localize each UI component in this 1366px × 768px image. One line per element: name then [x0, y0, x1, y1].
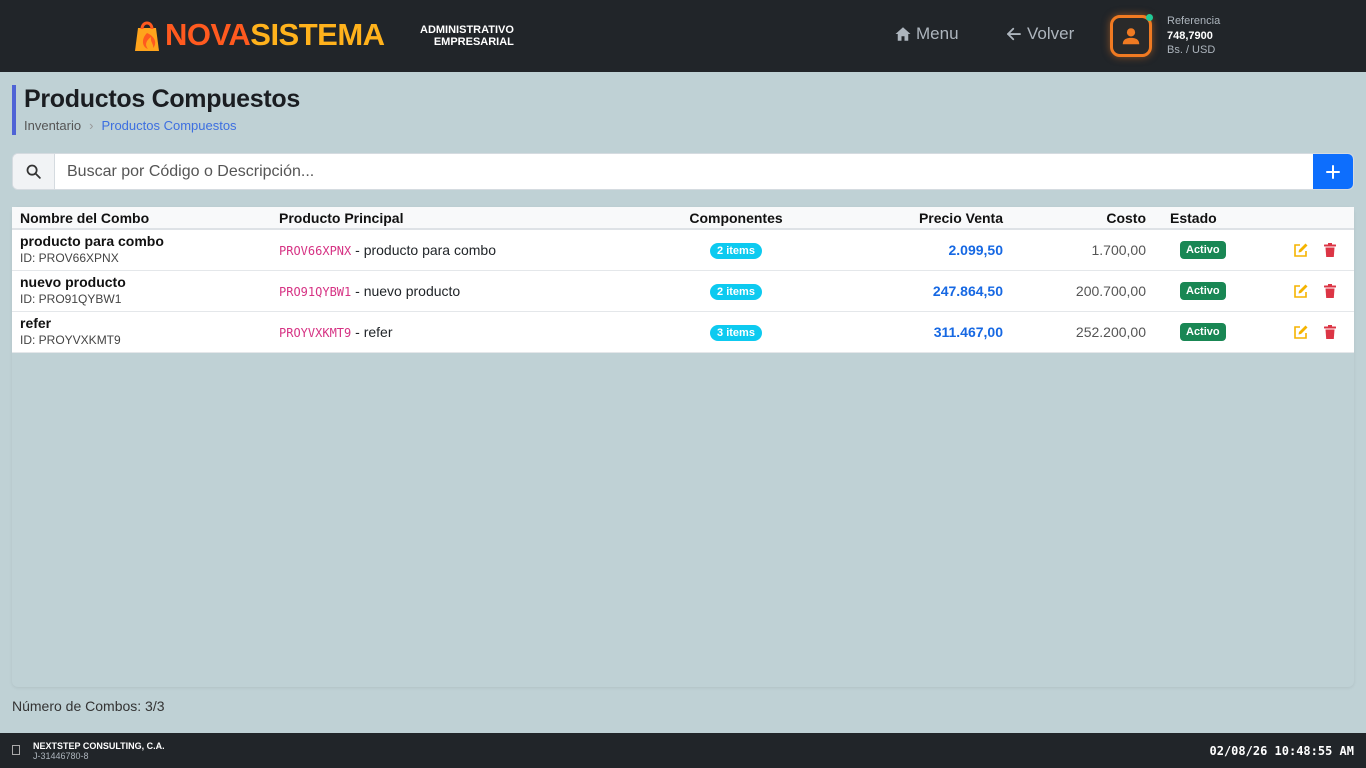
combo-name-cell: nuevo producto ID: PRO91QYBW1 [12, 270, 271, 311]
cost-cell: 1.700,00 [1011, 229, 1154, 270]
home-icon [895, 27, 911, 41]
back-button[interactable]: Volver [1005, 24, 1074, 44]
search-bar [12, 153, 1354, 190]
product-description: - producto para combo [351, 241, 496, 258]
combos-table-container: Nombre del Combo Producto Principal Comp… [12, 207, 1354, 687]
edit-icon[interactable] [1293, 283, 1309, 299]
components-cell: 2 items [651, 229, 821, 270]
sale-price-cell: 2.099,50 [821, 229, 1011, 270]
search-input[interactable] [55, 154, 1313, 189]
combo-id: ID: PRO91QYBW1 [20, 292, 122, 306]
user-icon [1122, 28, 1140, 45]
arrow-left-icon [1007, 27, 1021, 41]
logo-text: NOVASISTEMA [165, 17, 385, 52]
column-header-actions [1270, 207, 1354, 229]
components-badge[interactable]: 2 items [710, 242, 762, 259]
app-logo[interactable]: NOVASISTEMA [132, 16, 385, 54]
page-title: Productos Compuestos [24, 85, 300, 113]
product-code: PRO91QYBW1 [279, 284, 352, 299]
combo-name: nuevo producto [20, 274, 126, 290]
sale-price: 311.467,00 [933, 323, 1003, 340]
product-description: - nuevo producto [351, 282, 461, 299]
breadcrumb-current: Productos Compuestos [101, 118, 237, 133]
building-icon [12, 745, 20, 755]
main-product-cell: PRO91QYBW1 - nuevo producto [271, 270, 651, 311]
main-product-cell: PROYVXKMT9 - refer [271, 311, 651, 352]
column-header-main-product[interactable]: Producto Principal [271, 207, 651, 229]
table-row[interactable]: producto para combo ID: PROV66XPNX PROV6… [12, 229, 1354, 270]
menu-button[interactable]: Menu [894, 24, 959, 44]
shopping-bag-icon [135, 21, 159, 51]
company-name: NEXTSTEP CONSULTING, C.A. [33, 741, 165, 751]
product-code: PROYVXKMT9 [279, 325, 352, 340]
combo-id: ID: PROV66XPNX [20, 251, 119, 266]
datetime-clock: 02/08/26 10:48:55 AM [1209, 744, 1355, 758]
trash-icon[interactable] [1322, 242, 1338, 258]
components-cell: 2 items [651, 270, 821, 311]
column-header-components[interactable]: Componentes [651, 207, 821, 229]
table-row[interactable]: nuevo producto ID: PRO91QYBW1 PRO91QYBW1… [12, 270, 1354, 311]
cost-value: 200.700,00 [1075, 282, 1146, 299]
footer-bar: NEXTSTEP CONSULTING, C.A. J-31446780-8 0… [0, 733, 1366, 768]
column-header-status[interactable]: Estado [1154, 207, 1270, 229]
breadcrumb: Inventario › Productos Compuestos [24, 118, 512, 133]
cost-value: 252.200,00 [1075, 323, 1146, 340]
online-status-dot [1146, 14, 1153, 21]
combo-name: producto para combo [20, 233, 164, 250]
breadcrumb-inventario[interactable]: Inventario [24, 118, 81, 133]
add-combo-button[interactable] [1313, 154, 1353, 189]
exchange-reference: Referencia 748,7900 Bs. / USD [1167, 15, 1221, 56]
status-badge: Activo [1180, 241, 1226, 260]
page-heading: Productos Compuestos Inventario › Produc… [12, 85, 512, 135]
edit-icon[interactable] [1293, 324, 1309, 340]
status-badge: Activo [1180, 323, 1226, 341]
cost-cell: 200.700,00 [1011, 270, 1154, 311]
sale-price-cell: 247.864,50 [821, 270, 1011, 311]
combo-count: Número de Combos: 3/3 [12, 698, 165, 714]
status-cell: Activo [1154, 270, 1270, 311]
status-cell: Activo [1154, 311, 1270, 352]
breadcrumb-separator: › [89, 118, 94, 133]
edit-icon[interactable] [1293, 242, 1309, 258]
product-description: - refer [351, 323, 393, 340]
components-badge[interactable]: 3 items [710, 324, 762, 341]
sale-price-cell: 311.467,00 [821, 311, 1011, 352]
status-badge: Activo [1180, 282, 1226, 300]
logo-subtitle: ADMINISTRATIVO EMPRESARIAL [420, 24, 514, 48]
actions-cell [1270, 229, 1354, 270]
user-avatar-button[interactable] [1110, 14, 1153, 57]
trash-icon[interactable] [1322, 283, 1338, 299]
combo-id: ID: PROYVXKMT9 [20, 333, 121, 347]
combos-table: Nombre del Combo Producto Principal Comp… [12, 207, 1354, 353]
company-rif: J-31446780-8 [33, 751, 89, 761]
plus-icon [1326, 164, 1340, 179]
cost-value: 1.700,00 [1091, 241, 1147, 258]
trash-icon[interactable] [1322, 324, 1338, 340]
column-header-cost[interactable]: Costo [1011, 207, 1154, 229]
table-row[interactable]: refer ID: PROYVXKMT9 PROYVXKMT9 - refer … [12, 311, 1354, 352]
sale-price: 2.099,50 [948, 241, 1004, 258]
column-header-sale-price[interactable]: Precio Venta [821, 207, 1011, 229]
table-header-row: Nombre del Combo Producto Principal Comp… [12, 207, 1354, 229]
top-bar: NOVASISTEMA ADMINISTRATIVO EMPRESARIAL M… [0, 0, 1366, 72]
components-badge[interactable]: 2 items [710, 283, 762, 300]
search-icon [13, 154, 55, 189]
sale-price: 247.864,50 [932, 282, 1003, 299]
combo-name: refer [20, 315, 52, 331]
combo-name-cell: refer ID: PROYVXKMT9 [12, 311, 271, 352]
components-cell: 3 items [651, 311, 821, 352]
combo-name-cell: producto para combo ID: PROV66XPNX [12, 229, 271, 270]
cost-cell: 252.200,00 [1011, 311, 1154, 352]
actions-cell [1270, 270, 1354, 311]
column-header-name[interactable]: Nombre del Combo [12, 207, 271, 229]
product-code: PROV66XPNX [279, 243, 352, 258]
actions-cell [1270, 311, 1354, 352]
main-product-cell: PROV66XPNX - producto para combo [271, 229, 651, 270]
status-cell: Activo [1154, 229, 1270, 270]
